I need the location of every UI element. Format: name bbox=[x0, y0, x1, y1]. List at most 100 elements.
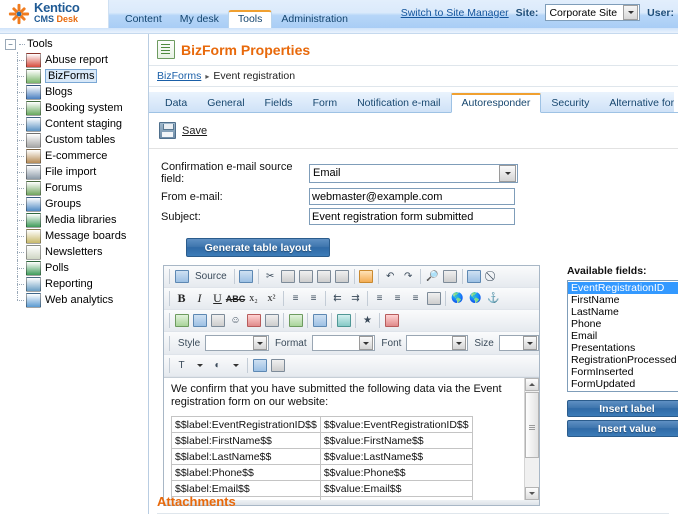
redo-icon[interactable]: ↷ bbox=[400, 268, 417, 285]
align-center-icon[interactable]: ≡ bbox=[389, 290, 406, 307]
find-icon[interactable]: 🔎 bbox=[424, 268, 441, 285]
available-field-option[interactable]: FirstName bbox=[568, 294, 678, 306]
select-all-icon[interactable] bbox=[466, 268, 483, 285]
tab-data[interactable]: Data bbox=[155, 94, 197, 112]
sidebar-item-custom-tables[interactable]: Custom tables bbox=[0, 132, 148, 148]
cut-icon[interactable]: ✂ bbox=[262, 268, 279, 285]
scrollbar-thumb[interactable] bbox=[525, 392, 539, 458]
preview-page-icon[interactable] bbox=[238, 268, 255, 285]
sidebar-item-bizforms[interactable]: BizForms bbox=[0, 68, 148, 84]
numbered-list-icon[interactable]: ≡ bbox=[287, 290, 304, 307]
show-blocks-icon[interactable] bbox=[251, 357, 268, 374]
tab-alternative-forms[interactable]: Alternative forms bbox=[599, 94, 678, 112]
tab-fields[interactable]: Fields bbox=[255, 94, 303, 112]
font-select[interactable] bbox=[406, 335, 469, 351]
text-color-chevron-down-icon[interactable] bbox=[191, 357, 208, 374]
app-logo[interactable]: Kentico CMS Desk bbox=[0, 0, 109, 28]
text-color-icon[interactable]: T bbox=[173, 357, 190, 374]
sidebar-item-booking-system[interactable]: Booking system bbox=[0, 100, 148, 116]
sidebar-item-polls[interactable]: Polls bbox=[0, 260, 148, 276]
subscript-button[interactable]: x₂ bbox=[245, 290, 262, 307]
nav-tab-content[interactable]: Content bbox=[116, 11, 171, 28]
insert-value-button[interactable]: Insert value bbox=[567, 420, 678, 437]
available-fields-listbox[interactable]: EventRegistrationID FirstName LastName Phon… bbox=[567, 280, 678, 392]
background-color-chevron-down-icon[interactable] bbox=[227, 357, 244, 374]
tab-security[interactable]: Security bbox=[541, 94, 599, 112]
indent-icon[interactable]: ⇉ bbox=[347, 290, 364, 307]
collapse-icon[interactable]: − bbox=[5, 38, 16, 50]
page-break-icon[interactable] bbox=[263, 312, 280, 329]
bold-button[interactable]: B bbox=[173, 290, 190, 307]
tab-general[interactable]: General bbox=[197, 94, 254, 112]
sidebar-item-abuse-report[interactable]: Abuse report bbox=[0, 52, 148, 68]
maximize-icon[interactable] bbox=[269, 357, 286, 374]
site-select[interactable]: Corporate Site bbox=[545, 4, 641, 21]
available-field-option[interactable]: LastName bbox=[568, 306, 678, 318]
sidebar-item-e-commerce[interactable]: E-commerce bbox=[0, 148, 148, 164]
tree-root-tools[interactable]: − Tools bbox=[0, 34, 148, 52]
undo-icon[interactable]: ↶ bbox=[382, 268, 399, 285]
sidebar-item-file-import[interactable]: File import bbox=[0, 164, 148, 180]
insert-label-button[interactable]: Insert label bbox=[567, 400, 678, 417]
nav-tab-tools[interactable]: Tools bbox=[227, 10, 273, 28]
align-left-icon[interactable]: ≡ bbox=[371, 290, 388, 307]
insert-widget-icon[interactable] bbox=[383, 312, 400, 329]
insert-document-icon[interactable] bbox=[287, 312, 304, 329]
sidebar-item-groups[interactable]: Groups bbox=[0, 196, 148, 212]
paste-text-icon[interactable] bbox=[316, 268, 333, 285]
source-field-select[interactable]: Email bbox=[309, 163, 518, 183]
copy-icon[interactable] bbox=[280, 268, 297, 285]
sidebar-item-forums[interactable]: Forums bbox=[0, 180, 148, 196]
outdent-icon[interactable]: ⇇ bbox=[329, 290, 346, 307]
insert-image-icon[interactable] bbox=[173, 312, 190, 329]
sidebar-item-content-staging[interactable]: Content staging bbox=[0, 116, 148, 132]
tab-autoresponder[interactable]: Autoresponder bbox=[450, 93, 542, 113]
background-color-icon[interactable]: ◐ bbox=[209, 357, 226, 374]
insert-media-icon[interactable] bbox=[311, 312, 328, 329]
scroll-up-button[interactable] bbox=[525, 378, 539, 391]
insert-favorite-icon[interactable]: ★ bbox=[359, 312, 376, 329]
paste-from-word-icon[interactable] bbox=[334, 268, 351, 285]
smiley-icon[interactable]: ☺ bbox=[227, 312, 244, 329]
breadcrumb-link-bizforms[interactable]: BizForms bbox=[157, 70, 201, 82]
sidebar-item-newsletters[interactable]: Newsletters bbox=[0, 244, 148, 260]
link-icon[interactable]: 🌎 bbox=[449, 290, 466, 307]
switch-to-site-manager-link[interactable]: Switch to Site Manager bbox=[401, 7, 509, 19]
sidebar-item-message-boards[interactable]: Message boards bbox=[0, 228, 148, 244]
tab-form[interactable]: Form bbox=[303, 94, 348, 112]
available-field-option[interactable]: Email bbox=[568, 330, 678, 342]
nav-tab-my-desk[interactable]: My desk bbox=[171, 11, 228, 28]
unlink-icon[interactable]: 🌎 bbox=[467, 290, 484, 307]
insert-table-icon[interactable] bbox=[191, 312, 208, 329]
subject-input[interactable] bbox=[309, 208, 515, 225]
nav-tab-administration[interactable]: Administration bbox=[272, 11, 357, 28]
align-right-icon[interactable]: ≡ bbox=[407, 290, 424, 307]
bulleted-list-icon[interactable]: ≡ bbox=[305, 290, 322, 307]
format-select[interactable] bbox=[311, 335, 376, 351]
editor-vertical-scrollbar[interactable] bbox=[524, 378, 539, 500]
available-field-option[interactable]: Presentations bbox=[568, 342, 678, 354]
superscript-button[interactable]: x² bbox=[263, 290, 280, 307]
preview-icon[interactable] bbox=[173, 268, 190, 285]
style-select[interactable] bbox=[205, 335, 269, 351]
print-icon[interactable] bbox=[358, 268, 375, 285]
align-justify-icon[interactable] bbox=[425, 290, 442, 307]
underline-button[interactable]: U bbox=[209, 290, 226, 307]
editor-document[interactable]: We confirm that you have submitted the f… bbox=[164, 378, 530, 500]
source-button[interactable]: Source bbox=[191, 268, 231, 285]
from-email-input[interactable] bbox=[309, 188, 515, 205]
strikethrough-button[interactable]: ABC bbox=[226, 290, 246, 307]
editor-content-area[interactable]: We confirm that you have submitted the f… bbox=[164, 377, 539, 500]
anchor-icon[interactable]: ⚓ bbox=[485, 290, 502, 307]
replace-icon[interactable] bbox=[442, 268, 459, 285]
available-field-option[interactable]: Phone bbox=[568, 318, 678, 330]
insert-flash-icon[interactable] bbox=[335, 312, 352, 329]
sidebar-item-media-libraries[interactable]: Media libraries bbox=[0, 212, 148, 228]
italic-button[interactable]: I bbox=[191, 290, 208, 307]
special-char-icon[interactable] bbox=[245, 312, 262, 329]
available-field-option[interactable]: RegistrationProcessed bbox=[568, 354, 678, 366]
remove-format-icon[interactable]: ⃠ bbox=[484, 268, 501, 285]
sidebar-item-blogs[interactable]: Blogs bbox=[0, 84, 148, 100]
size-select[interactable] bbox=[498, 335, 540, 351]
generate-table-layout-button[interactable]: Generate table layout bbox=[186, 238, 330, 257]
